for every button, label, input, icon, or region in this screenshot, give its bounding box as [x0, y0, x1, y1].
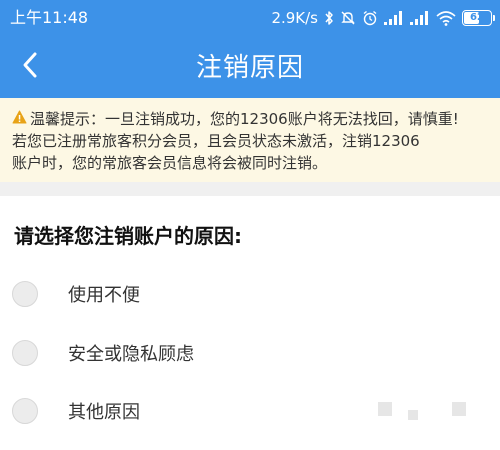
radio-button[interactable] — [12, 340, 38, 366]
radio-button[interactable] — [12, 398, 38, 424]
notice-text: 温馨提示：一旦注销成功，您的12306账户将无法找回，请慎重! — [30, 110, 459, 128]
section-divider — [0, 182, 500, 196]
wifi-icon — [436, 10, 456, 26]
watermark-spot — [452, 402, 466, 416]
watermark-spot — [408, 410, 418, 420]
status-icons: 2.9K/s 62 — [271, 6, 495, 30]
notice-text: 若您已注册常旅客积分会员，且会员状态未激活，注销12306 — [12, 132, 420, 150]
reason-option[interactable]: 使用不便 — [0, 271, 500, 317]
mute-icon — [340, 10, 356, 26]
warning-icon — [12, 108, 27, 130]
form-title: 请选择您注销账户的原因: — [14, 224, 242, 248]
notice-text: 账户时，您的常旅客会员信息将会被同时注销。 — [12, 154, 328, 172]
battery-level: 62 — [470, 12, 484, 23]
battery-tip — [493, 15, 495, 21]
alarm-icon — [362, 10, 378, 26]
reason-label: 其他原因 — [68, 402, 140, 423]
reason-option[interactable]: 其他原因 — [0, 388, 500, 434]
page-title: 注销原因 — [195, 53, 304, 83]
signal-icon — [410, 11, 430, 25]
reason-label: 安全或隐私顾虑 — [68, 344, 194, 365]
reason-option[interactable]: 安全或隐私顾虑 — [0, 330, 500, 376]
reason-label: 使用不便 — [68, 285, 140, 306]
signal-icon — [384, 11, 404, 25]
watermark-spot — [378, 402, 392, 416]
bluetooth-icon — [324, 10, 334, 26]
status-bar: 上午11:48 2.9K/s 62 — [0, 0, 500, 36]
notice-line: 账户时，您的常旅客会员信息将会被同时注销。 — [12, 152, 492, 174]
battery-icon: 62 — [462, 10, 495, 26]
nav-bar: 注销原因 — [0, 36, 500, 98]
network-speed: 2.9K/s — [271, 9, 318, 27]
status-time: 上午11:48 — [10, 8, 89, 27]
notice-line: 温馨提示：一旦注销成功，您的12306账户将无法找回，请慎重! — [12, 108, 492, 130]
notice-banner: 温馨提示：一旦注销成功，您的12306账户将无法找回，请慎重! 若您已注册常旅客… — [0, 98, 500, 182]
notice-line: 若您已注册常旅客积分会员，且会员状态未激活，注销12306 — [12, 130, 492, 152]
radio-button[interactable] — [12, 281, 38, 307]
